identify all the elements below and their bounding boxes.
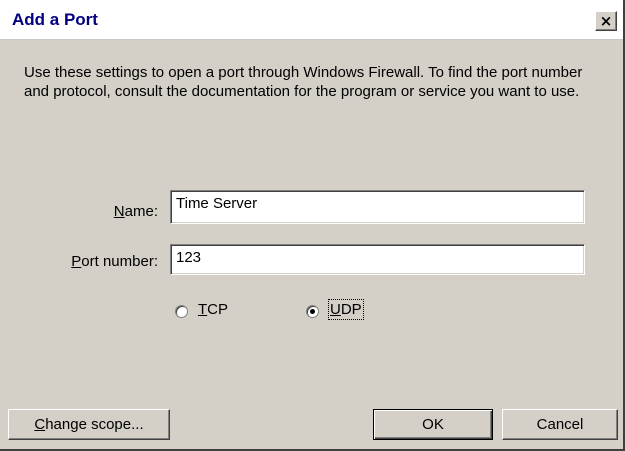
name-input[interactable]: Time Server — [170, 190, 585, 224]
description-text: Use these settings to open a port throug… — [24, 64, 583, 100]
ok-button[interactable]: OK — [373, 409, 493, 440]
tcp-radio[interactable] — [175, 305, 188, 318]
udp-radio[interactable] — [306, 305, 319, 318]
cancel-button[interactable]: Cancel — [502, 409, 618, 440]
add-port-dialog: Add a Port × Use these settings to open … — [0, 0, 625, 451]
tcp-radio-label[interactable]: TCP — [198, 301, 228, 318]
title-bar[interactable]: Add a Port × — [0, 0, 623, 40]
change-scope-button[interactable]: Change scope... — [8, 409, 170, 440]
window-title: Add a Port — [12, 10, 98, 29]
udp-radio-label[interactable]: UDP — [328, 299, 364, 320]
port-number-label: Port number: — [71, 253, 158, 270]
name-label: Name: — [113, 203, 158, 220]
close-button[interactable]: × — [595, 11, 617, 31]
port-number-input[interactable]: 123 — [170, 244, 585, 275]
close-icon: × — [599, 12, 613, 30]
